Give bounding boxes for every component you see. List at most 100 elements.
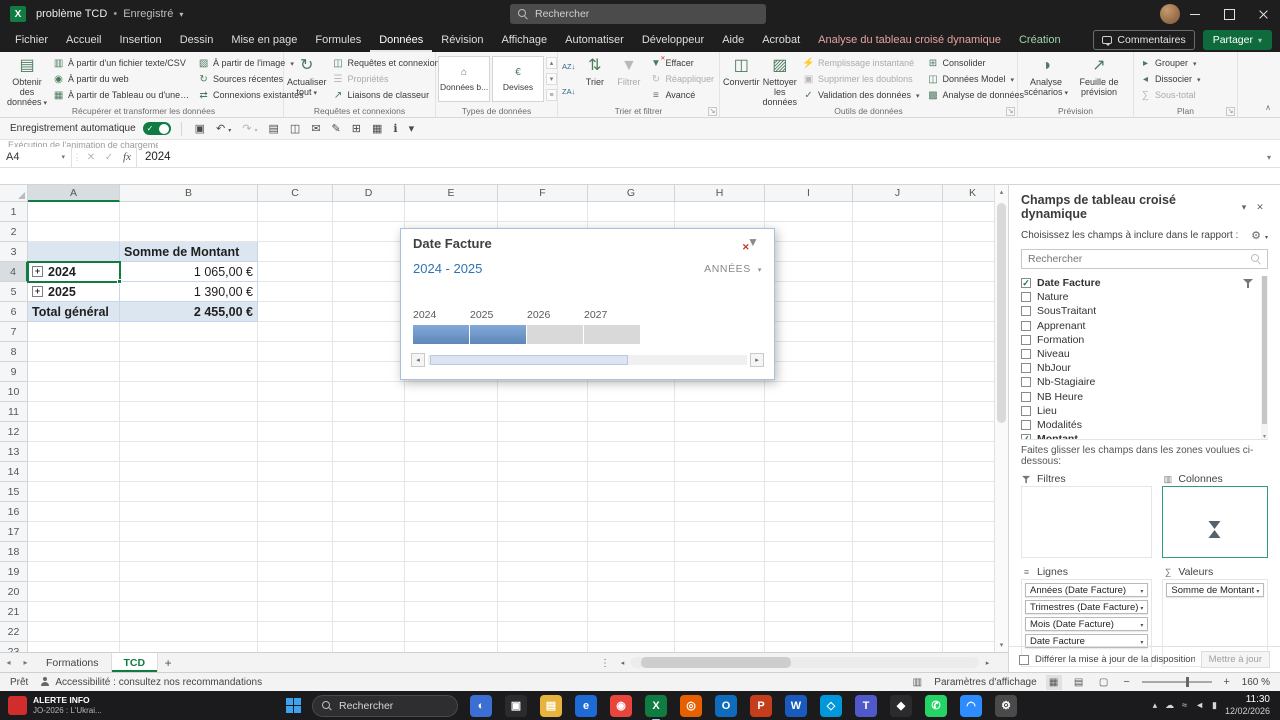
- cell-A1[interactable]: [28, 202, 120, 222]
- cell-D13[interactable]: [333, 442, 405, 462]
- titlebar-search-input[interactable]: Rechercher: [510, 4, 766, 24]
- cell-B8[interactable]: [120, 342, 258, 362]
- cell-E21[interactable]: [405, 602, 498, 622]
- row-header-15[interactable]: 15: [0, 482, 28, 502]
- cell-A11[interactable]: [28, 402, 120, 422]
- scroll-left-icon[interactable]: ◂: [616, 656, 629, 669]
- expand-collapse-button[interactable]: +: [32, 266, 43, 277]
- row-header-1[interactable]: 1: [0, 202, 28, 222]
- ribbon-tab-creation[interactable]: Création: [1010, 28, 1070, 52]
- cell-E14[interactable]: [405, 462, 498, 482]
- field-checkbox-soustraitant[interactable]: [1021, 306, 1031, 317]
- ribbon-tab-accueil[interactable]: Accueil: [57, 28, 110, 52]
- values-field-pill-somme-de-montant[interactable]: Somme de Montant: [1166, 583, 1265, 597]
- timeline-scroll-thumb[interactable]: [430, 355, 628, 365]
- cell-G13[interactable]: [588, 442, 675, 462]
- cell-A14[interactable]: [28, 462, 120, 482]
- cell-E22[interactable]: [405, 622, 498, 642]
- ribbon-button-obtenir-des-donnees[interactable]: ▤ Obtenir des données: [6, 54, 48, 107]
- cell-C5[interactable]: [258, 282, 333, 302]
- cell-B17[interactable]: [120, 522, 258, 542]
- timeline-scroll-right-icon[interactable]: ▸: [750, 353, 764, 367]
- cell-C18[interactable]: [258, 542, 333, 562]
- cell-C13[interactable]: [258, 442, 333, 462]
- cell-C23[interactable]: [258, 642, 333, 652]
- timeline-segment-2026[interactable]: [527, 325, 583, 344]
- field-checkbox-formation[interactable]: [1021, 334, 1031, 345]
- cell-D20[interactable]: [333, 582, 405, 602]
- cell-C7[interactable]: [258, 322, 333, 342]
- defer-layout-checkbox[interactable]: [1019, 654, 1029, 665]
- field-checkbox-nature[interactable]: [1021, 292, 1031, 303]
- gallery-down-icon[interactable]: ▾: [546, 73, 557, 85]
- cell-G17[interactable]: [588, 522, 675, 542]
- cell-I6[interactable]: [765, 302, 853, 322]
- cell-H18[interactable]: [675, 542, 765, 562]
- maximize-button[interactable]: [1212, 0, 1246, 28]
- row-header-5[interactable]: 5: [0, 282, 28, 302]
- cell-D1[interactable]: [333, 202, 405, 222]
- cell-E13[interactable]: [405, 442, 498, 462]
- cell-E16[interactable]: [405, 502, 498, 522]
- redo-button[interactable]: ↷: [239, 122, 260, 135]
- print-button[interactable]: ▤: [266, 122, 282, 135]
- cell-I12[interactable]: [765, 422, 853, 442]
- ribbon-button-sous-total[interactable]: ∑ Sous-total: [1136, 88, 1204, 103]
- cell-I1[interactable]: [765, 202, 853, 222]
- ribbon-tab-developpeur[interactable]: Développeur: [633, 28, 713, 52]
- zoom-in-button[interactable]: +: [1221, 676, 1233, 688]
- cell-D3[interactable]: [333, 242, 405, 262]
- cell-B2[interactable]: [120, 222, 258, 242]
- sheet-tab-formations[interactable]: Formations: [34, 653, 112, 672]
- settings-icon[interactable]: ⚙: [995, 694, 1017, 717]
- cell-H13[interactable]: [675, 442, 765, 462]
- cell-H15[interactable]: [675, 482, 765, 502]
- cell-I18[interactable]: [765, 542, 853, 562]
- sheet-nav-right-icon[interactable]: ▸: [17, 653, 34, 672]
- row-header-9[interactable]: 9: [0, 362, 28, 382]
- ribbon-tab-insertion[interactable]: Insertion: [110, 28, 170, 52]
- add-sheet-button[interactable]: +: [158, 653, 178, 672]
- zoom-out-button[interactable]: −: [1121, 676, 1133, 688]
- cell-D9[interactable]: [333, 362, 405, 382]
- field-checkbox-nb-stagiaire[interactable]: [1021, 377, 1031, 388]
- expand-collapse-button[interactable]: +: [32, 286, 43, 297]
- info-button[interactable]: ℹ: [390, 122, 400, 135]
- cell-B16[interactable]: [120, 502, 258, 522]
- display-settings-label[interactable]: Paramètres d'affichage: [934, 677, 1036, 688]
- ribbon-button-nettoyer-les-donnees[interactable]: ▨ Nettoyer les données: [762, 54, 799, 106]
- format-painter-button[interactable]: ✎: [329, 122, 344, 135]
- field-checkbox-montant[interactable]: [1021, 434, 1031, 439]
- cell-A3[interactable]: [28, 242, 120, 262]
- field-item-niveau[interactable]: Niveau: [1021, 347, 1268, 361]
- cell-H10[interactable]: [675, 382, 765, 402]
- cell-G11[interactable]: [588, 402, 675, 422]
- cell-A7[interactable]: [28, 322, 120, 342]
- cell-J8[interactable]: [853, 342, 943, 362]
- cell-C17[interactable]: [258, 522, 333, 542]
- cell-A9[interactable]: [28, 362, 120, 382]
- cell-J17[interactable]: [853, 522, 943, 542]
- cell-B23[interactable]: [120, 642, 258, 652]
- cell-A13[interactable]: [28, 442, 120, 462]
- cell-E15[interactable]: [405, 482, 498, 502]
- ribbon-button-donnees-model[interactable]: ◫ Données Model: [923, 72, 1027, 87]
- cell-J12[interactable]: [853, 422, 943, 442]
- cell-B19[interactable]: [120, 562, 258, 582]
- volume-icon[interactable]: ◄: [1195, 700, 1204, 711]
- ribbon-tab-fichier[interactable]: Fichier: [6, 28, 57, 52]
- cell-A15[interactable]: [28, 482, 120, 502]
- cell-J1[interactable]: [853, 202, 943, 222]
- network-icon[interactable]: ≈: [1182, 700, 1187, 711]
- ribbon-button-convertir[interactable]: ◫ Convertir: [722, 54, 761, 104]
- cell-B18[interactable]: [120, 542, 258, 562]
- cell-C4[interactable]: [258, 262, 333, 282]
- rows-field-pill-annees-date-facture[interactable]: Années (Date Facture): [1025, 583, 1149, 597]
- file-explorer-icon[interactable]: ▤: [540, 694, 562, 717]
- cell-H17[interactable]: [675, 522, 765, 542]
- page-layout-view-button[interactable]: ▤: [1071, 675, 1087, 690]
- cell-I11[interactable]: [765, 402, 853, 422]
- row-header-17[interactable]: 17: [0, 522, 28, 542]
- clear-timeline-filter-icon[interactable]: ▼: [742, 235, 762, 253]
- cell-A12[interactable]: [28, 422, 120, 442]
